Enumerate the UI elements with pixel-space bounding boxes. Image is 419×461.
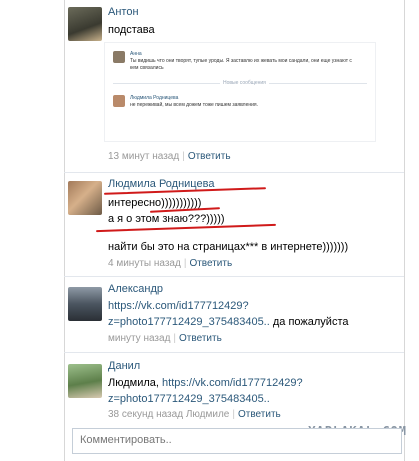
frame-left-line: [64, 0, 65, 461]
comment-text: подстава: [108, 24, 155, 36]
embedded-screenshot[interactable]: Анна Ты видишь что они творят, тупые уро…: [104, 42, 376, 142]
divider: [64, 276, 404, 277]
avatar[interactable]: [68, 181, 102, 215]
mini-avatar: [113, 51, 125, 63]
comment-meta: 38 секунд назад Людмиле | Ответить: [108, 409, 281, 420]
mini-author: Анна: [130, 51, 142, 57]
reply-button[interactable]: Ответить: [188, 151, 231, 162]
comment-time[interactable]: 4 минуты назад: [108, 258, 181, 269]
comment-time[interactable]: минуту назад: [108, 333, 170, 344]
comment-text: z=photo177712429_375483405.. да пожалуйс…: [108, 316, 349, 328]
avatar[interactable]: [68, 364, 102, 398]
avatar[interactable]: [68, 287, 102, 321]
comment-input[interactable]: Комментировать..: [72, 428, 402, 454]
comment-text: Людмила, https://vk.com/id177712429?: [108, 377, 303, 389]
avatar[interactable]: [68, 7, 102, 41]
mini-text: не переживай, мы всем дожем тоже пишем з…: [130, 102, 259, 108]
divider: [64, 352, 404, 353]
photo-link[interactable]: https://vk.com/id177712429?: [162, 377, 303, 389]
comment-author[interactable]: Данил: [108, 360, 140, 372]
comment-line: найти бы это на страницах*** в интернете…: [108, 241, 349, 253]
mini-new-messages: Новые сообщения: [220, 80, 269, 86]
comment-text: https://vk.com/id177712429?: [108, 298, 249, 314]
frame-right-line: [404, 0, 405, 461]
photo-link[interactable]: https://vk.com/id177712429?: [108, 300, 249, 312]
comment-time[interactable]: 38 секунд назад: [108, 409, 183, 420]
reply-button[interactable]: Ответить: [189, 258, 232, 269]
reply-button[interactable]: Ответить: [179, 333, 222, 344]
mini-avatar: [113, 95, 125, 107]
photo-link[interactable]: z=photo177712429_375483405..: [108, 393, 270, 405]
reply-button[interactable]: Ответить: [238, 409, 281, 420]
divider: [64, 172, 404, 173]
comment-line: а я о этом знаю???))))): [108, 213, 225, 225]
comment-text: z=photo177712429_375483405..: [108, 391, 270, 407]
reply-to[interactable]: Людмиле: [186, 409, 230, 420]
comment-meta: 13 минут назад | Ответить: [108, 151, 231, 162]
comment-time[interactable]: 13 минут назад: [108, 151, 179, 162]
comment-input-placeholder: Комментировать..: [80, 434, 172, 446]
mini-author: Людмила Родницева: [130, 95, 179, 101]
comment-author[interactable]: Александр: [108, 283, 163, 295]
mini-text: Ты видишь что они творят, тупые уроды. Я…: [130, 58, 352, 71]
comment-meta: 4 минуты назад | Ответить: [108, 258, 233, 269]
comment-author[interactable]: Антон: [108, 6, 139, 18]
photo-link[interactable]: z=photo177712429_375483405..: [108, 316, 270, 328]
comment-meta: минуту назад | Ответить: [108, 333, 222, 344]
comment-author[interactable]: Людмила Родницева: [108, 178, 214, 190]
